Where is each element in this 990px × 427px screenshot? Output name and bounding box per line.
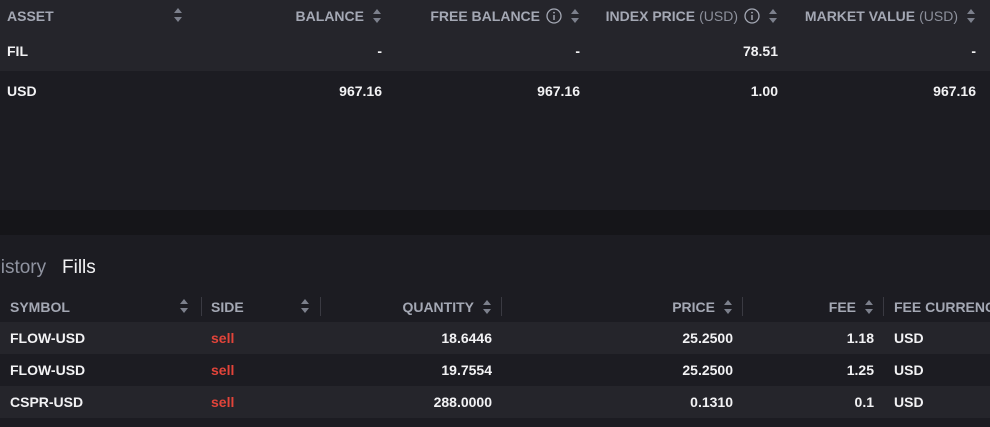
header-price-label: PRICE [672,298,715,315]
column-divider[interactable] [320,297,321,316]
free-balance-cell: - [575,43,580,59]
side-cell: sell [211,362,235,378]
header-balance-label: BALANCE [295,7,364,24]
header-quantity-label: QUANTITY [402,298,474,315]
column-divider[interactable] [742,297,743,316]
fill-row[interactable]: FLOW-USD sell 18.6446 25.2500 1.18 USD [0,322,990,354]
symbol-cell: FLOW-USD [10,330,86,346]
header-quantity[interactable]: QUANTITY [402,291,492,322]
symbol-cell: FLOW-USD [10,362,86,378]
balance-cell: 967.16 [339,83,382,99]
side-cell: sell [211,394,235,410]
fill-row[interactable]: CSPR-USD sell 288.0000 0.1310 0.1 USD [0,386,990,418]
fee-cell: 1.18 [846,330,874,346]
tab-fills[interactable]: Fills [62,257,96,279]
header-fee-currency[interactable]: FEE CURRENC [894,291,990,322]
quantity-cell: 288.0000 [433,394,492,410]
header-balance[interactable]: BALANCE [296,0,382,31]
header-symbol[interactable]: SYMBOL [10,291,70,322]
history-panel: History Fills SYMBOL SIDE QUANTITY PRICE… [0,235,990,427]
sort-icon[interactable] [570,8,580,24]
header-fee-currency-label: FEE CURRENC [894,298,990,315]
header-fee-label: FEE [828,298,856,315]
header-asset[interactable]: ASSET [7,0,54,31]
fill-row[interactable]: FLOW-USD sell 19.7554 25.2500 1.25 USD [0,354,990,386]
quantity-cell: 19.7554 [441,362,492,378]
panel-divider[interactable] [0,210,990,235]
sort-side-icon[interactable] [300,298,310,314]
market-value-cell: - [971,43,976,59]
header-market-value[interactable]: MARKET VALUE (USD) [805,0,976,31]
fee-cell: 0.1 [854,394,874,410]
header-free-balance[interactable]: FREE BALANCE [430,0,580,31]
fee-currency-cell: USD [894,330,924,346]
column-divider[interactable] [201,297,202,316]
price-cell: 0.1310 [690,394,733,410]
index-price-cell: 1.00 [750,83,778,99]
header-free-balance-label: FREE BALANCE [430,7,540,24]
sort-icon[interactable] [768,8,778,24]
header-market-value-label: MARKET VALUE [804,7,916,24]
fee-currency-cell: USD [894,394,924,410]
fills-header-row: SYMBOL SIDE QUANTITY PRICE FEE FEE CURRE… [0,291,990,322]
column-divider[interactable] [501,297,502,316]
column-divider[interactable] [883,297,884,316]
side-cell: sell [211,330,235,346]
header-index-price[interactable]: INDEX PRICE (USD) [606,0,778,31]
tab-history-label: History [0,257,47,278]
header-index-price-unit: (USD) [699,7,738,24]
price-cell: 25.2500 [682,330,733,346]
asset-cell: FIL [7,43,28,59]
header-side[interactable]: SIDE [211,291,244,322]
quantity-cell: 18.6446 [441,330,492,346]
info-circle-icon[interactable] [546,7,562,24]
info-circle-icon[interactable] [744,7,760,24]
header-index-price-label: INDEX PRICE [605,7,696,24]
sort-icon[interactable] [966,8,976,24]
tab-history[interactable]: History [0,257,46,279]
fee-currency-cell: USD [894,362,924,378]
sort-icon[interactable] [723,299,733,315]
header-symbol-label: SYMBOL [10,298,70,315]
sort-icon[interactable] [482,299,492,315]
sort-icon[interactable] [372,8,382,24]
balance-row[interactable]: USD 967.16 967.16 1.00 967.16 [0,71,990,111]
header-asset-label: ASSET [7,7,54,24]
symbol-cell: CSPR-USD [10,394,84,410]
sort-icon[interactable] [864,299,874,315]
header-side-label: SIDE [211,298,244,315]
fee-cell: 1.25 [846,362,874,378]
balances-header-row: ASSET BALANCE FREE BALANCE INDEX PRICE (… [0,0,990,31]
price-cell: 25.2500 [682,362,733,378]
balances-table: ASSET BALANCE FREE BALANCE INDEX PRICE (… [0,0,990,210]
sort-asset-icon[interactable] [173,7,183,23]
free-balance-cell: 967.16 [537,83,580,99]
header-fee[interactable]: FEE [829,291,874,322]
asset-cell: USD [7,83,37,99]
market-value-cell: 967.16 [933,83,976,99]
header-price[interactable]: PRICE [672,291,733,322]
index-price-cell: 78.51 [742,43,778,59]
sort-symbol-icon[interactable] [179,298,189,314]
header-market-value-unit: (USD) [919,7,958,24]
tab-fills-label: Fills [62,257,96,278]
balance-row[interactable]: FIL - - 78.51 - [0,31,990,71]
balance-cell: - [377,43,382,59]
